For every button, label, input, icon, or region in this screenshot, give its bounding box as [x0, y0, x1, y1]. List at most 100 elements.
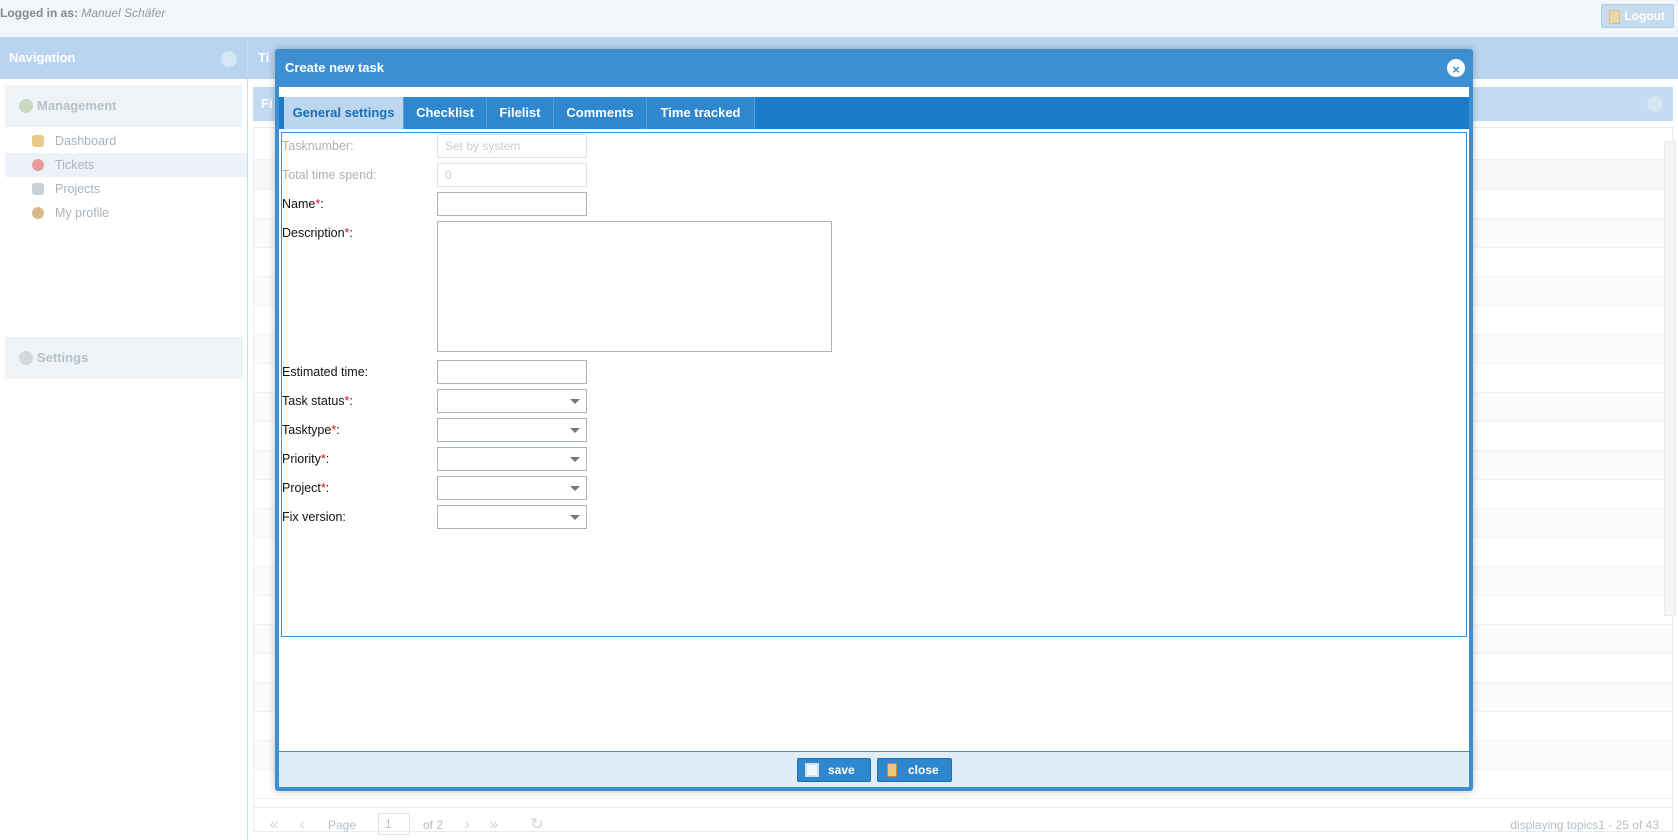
navigation-title: Navigation: [9, 50, 76, 65]
collapse-nav-icon[interactable]: [221, 51, 237, 67]
description-label-text: Description: [282, 226, 345, 240]
settings-section[interactable]: Settings: [5, 337, 243, 379]
general-settings-form: Tasknumber: Set by system Total time spe…: [281, 132, 1467, 637]
management-icon: [19, 99, 33, 113]
tasknumber-label: Tasknumber:: [282, 139, 354, 153]
next-page-icon[interactable]: ›: [458, 816, 476, 834]
priority-label: Priority*:: [282, 452, 432, 466]
tab-time-tracked[interactable]: Time tracked: [647, 97, 755, 129]
nav-item-dashboard[interactable]: Dashboard: [5, 129, 247, 153]
tab-filelist[interactable]: Filelist: [487, 97, 554, 129]
label-colon: :: [349, 226, 353, 240]
tab-label: Time tracked: [660, 105, 741, 120]
logged-in-label: Logged in as:: [0, 6, 78, 20]
estimated-time-input[interactable]: [437, 360, 587, 384]
label-colon: :: [320, 197, 324, 211]
project-label: Project*:: [282, 481, 432, 495]
settings-label: Settings: [37, 350, 89, 365]
tasktype-label: Tasktype*:: [282, 423, 432, 437]
prev-page-icon[interactable]: ‹: [293, 816, 311, 834]
tab-label: Comments: [566, 105, 634, 120]
chevron-down-icon[interactable]: [1647, 96, 1663, 112]
priority-label-text: Priority: [282, 452, 321, 466]
tab-comments[interactable]: Comments: [554, 97, 647, 129]
close-button[interactable]: close: [877, 758, 952, 782]
settings-gear-icon: [19, 351, 33, 365]
tab-label: Checklist: [416, 105, 474, 120]
nav-item-label: Dashboard: [55, 134, 117, 148]
fix-version-label: Fix version:: [282, 510, 346, 524]
nav-item-label: My profile: [55, 206, 110, 220]
navigation-header: Navigation: [0, 37, 247, 79]
total-time-field: 0: [437, 163, 587, 187]
task-status-label: Task status*:: [282, 394, 432, 408]
label-colon: :: [325, 481, 330, 495]
logout-button[interactable]: Logout: [1601, 4, 1674, 28]
tab-bar: General settings Checklist Filelist Comm…: [279, 97, 1469, 129]
page-count: of 2: [423, 818, 444, 832]
description-textarea[interactable]: [437, 221, 832, 352]
filter-title: Fi: [261, 96, 273, 111]
page-input[interactable]: 1: [378, 813, 410, 835]
page-label: Page: [328, 818, 357, 832]
save-label: save: [828, 763, 855, 777]
total-time-label: Total time spend:: [282, 168, 377, 182]
grid-scrollbar[interactable]: [1664, 141, 1676, 616]
save-icon: [805, 763, 819, 777]
priority-select[interactable]: [437, 447, 587, 471]
chevron-down-icon: [570, 399, 580, 404]
profile-icon: [32, 207, 44, 219]
login-status: Logged in as: Manuel Schäfer: [0, 6, 165, 20]
management-section[interactable]: Management: [5, 85, 242, 127]
task-status-label-text: Task status: [282, 394, 345, 408]
label-colon: :: [325, 452, 330, 466]
refresh-icon[interactable]: ↻: [528, 816, 546, 834]
fix-version-select[interactable]: [437, 505, 587, 529]
nav-item-label: Tickets: [55, 158, 95, 172]
chevron-down-icon: [570, 428, 580, 433]
tickets-icon: [32, 159, 44, 171]
nav-item-label: Projects: [55, 182, 101, 196]
label-colon: :: [349, 394, 353, 408]
pagination-bar: « ‹ Page 1 of 2 › » ↻ displaying topics1…: [253, 807, 1673, 840]
main-title: Ti: [258, 50, 270, 65]
create-task-dialog: Create new task × General settings Check…: [275, 49, 1473, 791]
name-label-text: Name: [282, 197, 316, 211]
chevron-down-icon: [570, 457, 580, 462]
first-page-icon[interactable]: «: [265, 816, 283, 834]
display-info: displaying topics1 - 25 of 43: [1510, 818, 1659, 832]
project-label-text: Project: [282, 481, 321, 495]
name-label: Name*:: [282, 197, 432, 211]
chevron-down-icon: [570, 486, 580, 491]
logout-label: Logout: [1624, 9, 1665, 23]
top-bar: Logged in as: Manuel Schäfer Logout: [0, 0, 1678, 37]
dialog-title: Create new task: [285, 60, 384, 75]
dialog-footer: save close: [279, 751, 1469, 787]
navigation-panel: Navigation Management Dashboard Tickets …: [0, 37, 248, 840]
estimated-time-label: Estimated time:: [282, 365, 369, 379]
dialog-body: General settings Checklist Filelist Comm…: [279, 87, 1469, 751]
tab-label: Filelist: [499, 105, 541, 120]
tasktype-label-text: Tasktype: [282, 423, 332, 437]
tasknumber-field: Set by system: [437, 134, 587, 158]
tab-checklist[interactable]: Checklist: [404, 97, 487, 129]
description-label: Description*:: [282, 226, 432, 240]
nav-item-my-profile[interactable]: My profile: [5, 201, 247, 225]
last-page-icon[interactable]: »: [485, 816, 503, 834]
nav-item-projects[interactable]: Projects: [5, 177, 247, 201]
tasktype-select[interactable]: [437, 418, 587, 442]
tab-general-settings[interactable]: General settings: [284, 97, 404, 129]
close-icon[interactable]: ×: [1447, 59, 1465, 77]
tab-label: General settings: [292, 105, 395, 120]
save-button[interactable]: save: [797, 758, 871, 782]
label-colon: :: [336, 423, 340, 437]
task-status-select[interactable]: [437, 389, 587, 413]
management-label: Management: [37, 98, 117, 113]
project-select[interactable]: [437, 476, 587, 500]
nav-item-tickets[interactable]: Tickets: [5, 153, 247, 177]
projects-icon: [32, 183, 44, 195]
settings-section-wrap: Settings: [0, 331, 248, 379]
dashboard-icon: [32, 135, 44, 147]
close-label: close: [908, 763, 939, 777]
name-input[interactable]: [437, 192, 587, 216]
